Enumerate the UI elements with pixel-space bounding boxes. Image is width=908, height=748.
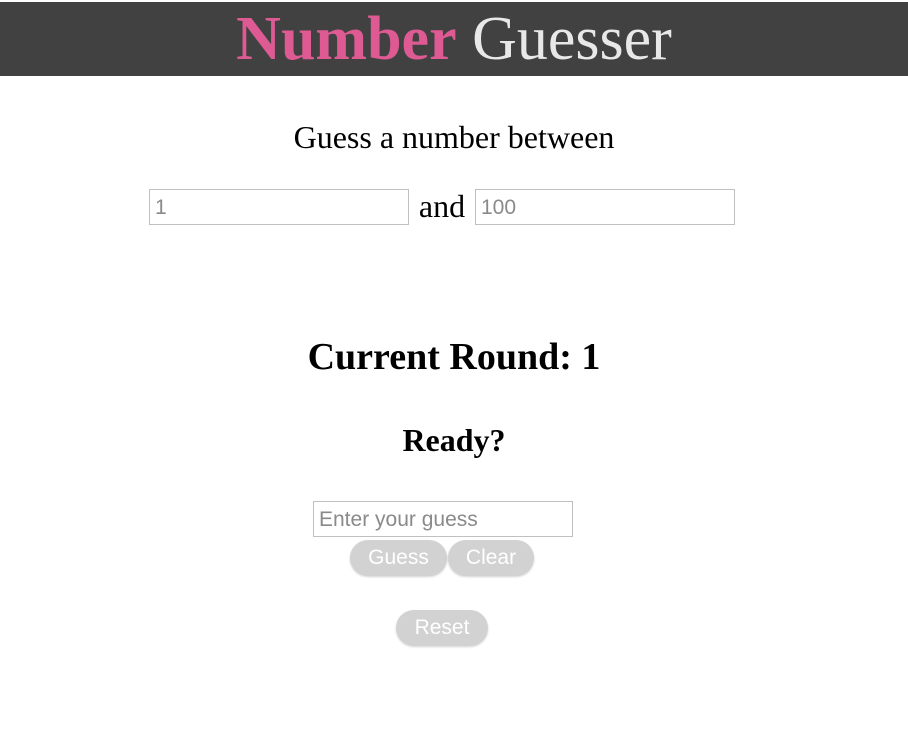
min-range-input[interactable] — [149, 189, 409, 225]
clear-button[interactable]: Clear — [448, 540, 534, 576]
range-prompt: Guess a number between — [293, 119, 615, 155]
app-header: Number Guesser — [0, 2, 908, 76]
guess-input[interactable] — [313, 501, 573, 537]
current-round-heading: Current Round: 1 — [307, 336, 601, 378]
guess-button[interactable]: Guess — [350, 540, 447, 576]
and-label: and — [418, 188, 466, 224]
title-number: Number — [236, 5, 457, 73]
title-guesser: Guesser — [472, 5, 672, 73]
reset-button[interactable]: Reset — [396, 610, 488, 646]
max-range-input[interactable] — [475, 189, 735, 225]
status-message: Ready? — [402, 422, 506, 458]
